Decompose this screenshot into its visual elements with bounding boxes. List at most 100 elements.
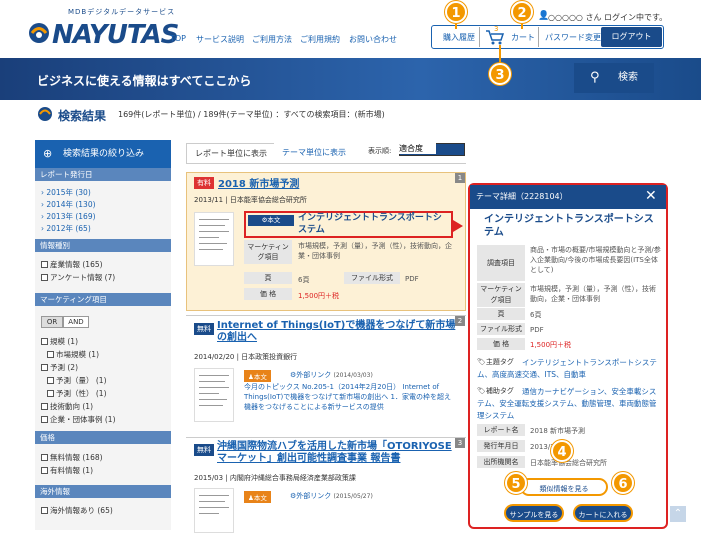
result-thumbnail[interactable] [194, 368, 234, 422]
filter-tech[interactable]: 技術動向 (1) [41, 401, 93, 412]
results-logo-icon [38, 107, 52, 121]
checkbox[interactable] [47, 390, 54, 397]
free-badge: 無料 [194, 444, 214, 456]
detail-value: 市場規模，予測（量），予測（性），技術動向，企業・団体事例 [530, 285, 656, 303]
result-description: 今月のトピックス No.205-1（2014年2月20日） Internet o… [244, 383, 451, 411]
checkbox[interactable] [41, 338, 48, 345]
detail-key: 出所機関名 [477, 456, 525, 468]
filter-year-2014[interactable]: › 2014年 (130) [41, 199, 96, 210]
checkbox[interactable] [41, 454, 48, 461]
filter-section-type: 情報種別 [35, 239, 171, 252]
sidebar-title: ⊕ 検索結果の絞り込み [35, 140, 171, 168]
filter-section-marketing: マーケティング項目 [35, 293, 171, 306]
nav-usage[interactable]: ご利用方法 [252, 34, 292, 45]
filter-year-2012[interactable]: › 2012年 (65) [41, 223, 91, 234]
result-thumbnail[interactable] [194, 212, 234, 266]
row-key: ファイル形式 [344, 272, 400, 284]
callout-line [521, 24, 523, 29]
detail-key: 頁 [477, 308, 525, 320]
tab-report[interactable]: レポート単位に表示 [186, 143, 276, 163]
checkbox[interactable] [41, 416, 48, 423]
results-summary: 169件(レポート単位) / 189件(テーマ単位) ：すべての検索項目：(新市… [118, 110, 385, 119]
cart-link[interactable]: カート [511, 32, 535, 43]
callout-line [499, 45, 501, 63]
logo[interactable]: NAYUTAS [52, 20, 179, 50]
theme-title[interactable]: インテリジェントトランスポートシステム [298, 212, 448, 236]
theme-label: ⚙本文 [248, 215, 294, 226]
result-title[interactable]: 沖縄国際物流ハブを活用した新市場「OTORIYOSEマーケット」創出可能性調査事… [217, 441, 457, 465]
theme-label: ♟本文 [244, 491, 271, 503]
cart-count: 3 [494, 25, 499, 33]
search-button[interactable]: ⚲ 検索 [574, 63, 654, 93]
checkbox[interactable] [41, 261, 48, 268]
sub-tags[interactable]: 通信カーナビゲーション、安全車載システム、安全運転支援システム、動態管理、車両動… [477, 386, 662, 422]
result-meta: 2014/02/20 | 日本政策投資銀行 [194, 353, 298, 361]
callout-4: 4 [551, 440, 573, 462]
callout-1: 1 [445, 1, 467, 23]
filter-survey[interactable]: アンケート情報 (7) [41, 272, 115, 283]
detail-value: 6頁 [530, 311, 542, 319]
filter-industry[interactable]: 産業情報 (165) [41, 259, 103, 270]
detail-key: レポート名 [477, 424, 525, 436]
divider [538, 27, 539, 47]
tab-theme[interactable]: テーマ単位に表示 [274, 143, 354, 163]
and-toggle[interactable]: AND [63, 316, 89, 328]
detail-price: 1,500円＋税 [530, 341, 572, 349]
filter-forecast-qual[interactable]: 予測（性） (1) [47, 388, 107, 399]
logo-subtitle: MDBデジタルデータサービス [68, 8, 176, 16]
row-key: 頁 [244, 272, 292, 284]
divider [479, 27, 480, 47]
purchase-history-link[interactable]: 購入履歴 [443, 32, 475, 43]
checkbox[interactable] [41, 274, 48, 281]
detail-value: 2018 新市場予測 [530, 427, 586, 435]
scroll-top-icon[interactable]: ⌃ [670, 506, 686, 522]
result-title[interactable]: 2018 新市場予測 [218, 175, 299, 190]
checkbox[interactable] [41, 507, 48, 514]
filter-paid[interactable]: 有料情報 (1) [41, 465, 93, 476]
result-thumbnail[interactable] [194, 488, 234, 533]
row-key: マーケティング項目 [244, 240, 292, 264]
result-meta: 2013/11 | 日本能率協会総合研究所 [194, 196, 307, 204]
checkbox[interactable] [47, 377, 54, 384]
free-badge: 無料 [194, 323, 214, 335]
checkbox[interactable] [41, 403, 48, 410]
row-value: PDF [405, 275, 419, 283]
or-toggle[interactable]: OR [41, 316, 63, 328]
filter-forecast[interactable]: 予測 (2) [41, 362, 78, 373]
checkbox[interactable] [41, 467, 48, 474]
password-change-link[interactable]: パスワード変更 [545, 32, 601, 43]
tab-underline [186, 163, 466, 164]
detail-key: マーケティング項目 [477, 283, 525, 307]
detail-header: テーマ詳細（2228104） [470, 185, 666, 209]
checkbox[interactable] [47, 351, 54, 358]
filter-scale[interactable]: 規模 (1) [41, 336, 78, 347]
checkbox[interactable] [41, 364, 48, 371]
detail-key: 価 格 [477, 338, 525, 350]
nav-service[interactable]: サービス説明 [196, 34, 244, 45]
filter-forecast-qty[interactable]: 予測（量） (1) [47, 375, 107, 386]
filter-free[interactable]: 無料情報 (168) [41, 452, 103, 463]
nav-top[interactable]: TOP [170, 34, 186, 43]
banner-text: ビジネスに使える情報はすべてここから [37, 74, 252, 88]
main-tags[interactable]: インテリジェントトランスポートシステム、高度高速交通、ITS、自動車 [477, 357, 662, 381]
filter-market-scale[interactable]: 市場規模 (1) [47, 349, 99, 360]
filter-company[interactable]: 企業・団体事例 (1) [41, 414, 116, 425]
search-button-label: 検索 [618, 72, 638, 83]
similar-info-button[interactable]: 類似情報を見る [520, 478, 608, 496]
filter-year-2013[interactable]: › 2013年 (169) [41, 211, 96, 222]
result-meta: 2015/03 | 内閣府沖縄総合事務局経済産業部政策課 [194, 474, 356, 482]
close-icon[interactable]: ✕ [645, 188, 657, 204]
filter-overseas[interactable]: 海外情報あり (65) [41, 505, 113, 516]
external-link[interactable]: ⚙外部リンク (2015/05/27) [290, 491, 373, 501]
add-to-cart-button[interactable]: カートに入れる [573, 504, 633, 522]
sample-button[interactable]: サンプルを見る [504, 504, 564, 522]
result-title[interactable]: Internet of Things(IoT)で機器をつなげて新市場の創出へ [217, 320, 457, 344]
nav-contact[interactable]: お問い合わせ [349, 34, 397, 45]
filter-year-2015[interactable]: › 2015年 (30) [41, 187, 91, 198]
nav-terms[interactable]: ご利用規約 [300, 34, 340, 45]
detail-value: 日本能率協会総合研究所 [530, 459, 607, 467]
external-link[interactable]: ⚙外部リンク (2014/03/03) [290, 370, 373, 380]
logout-button[interactable]: ログアウト [601, 27, 662, 47]
user-status: ○○○○○ さん ログイン中です。 [548, 13, 668, 22]
row-value: 6頁 [298, 276, 310, 284]
